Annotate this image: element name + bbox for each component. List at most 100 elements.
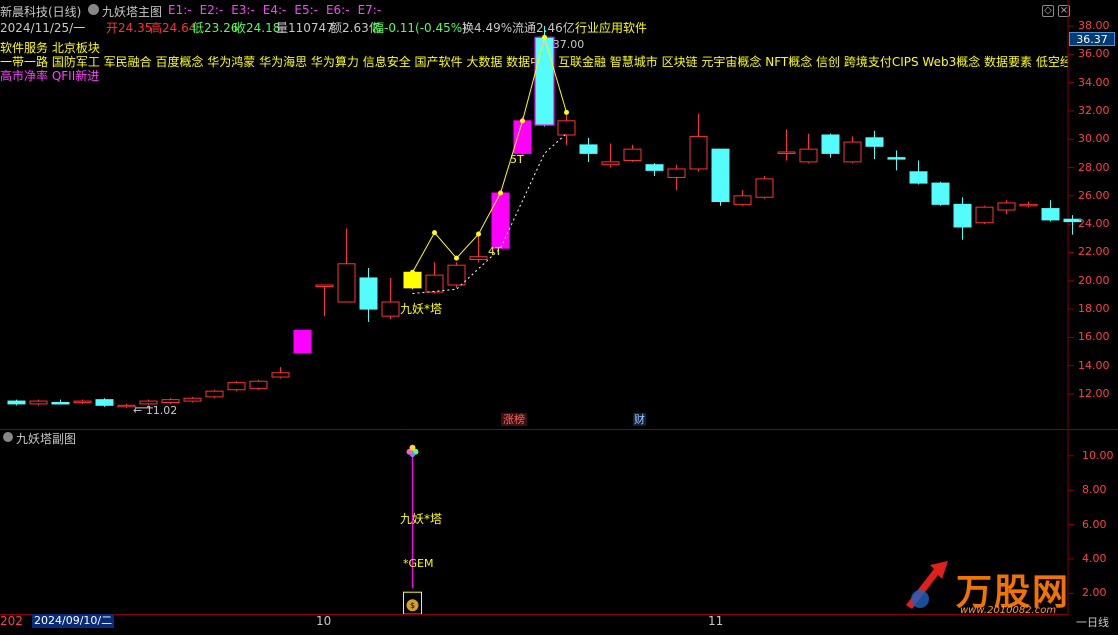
candle-body <box>645 164 664 171</box>
candle[interactable] <box>359 268 378 322</box>
candle[interactable] <box>183 396 202 403</box>
candle-body <box>51 401 70 405</box>
candle[interactable] <box>95 398 114 407</box>
candle[interactable] <box>205 389 224 399</box>
candle[interactable] <box>1019 201 1038 208</box>
candle-body <box>293 329 312 354</box>
pattern-point <box>520 118 525 124</box>
candle[interactable] <box>469 234 488 263</box>
candle[interactable] <box>293 329 312 354</box>
candle[interactable] <box>51 399 70 405</box>
candle-body <box>1041 208 1060 221</box>
candle-body <box>95 399 114 406</box>
marker-5t: 5T <box>510 153 524 166</box>
sub-axis-label: 2.00 <box>1082 586 1107 600</box>
candle[interactable] <box>1041 200 1060 222</box>
candle[interactable] <box>755 176 774 199</box>
time-axis[interactable] <box>0 614 1068 635</box>
high-annotation-value: 37.00 <box>552 38 585 51</box>
candle[interactable] <box>645 163 664 177</box>
candle-body <box>469 256 488 261</box>
candle[interactable] <box>997 200 1016 215</box>
candle-body <box>7 400 26 405</box>
candle[interactable] <box>953 197 972 240</box>
candle-body <box>689 135 708 170</box>
candle[interactable] <box>403 271 422 290</box>
clover-leaf <box>409 444 416 451</box>
candle-body <box>799 148 818 163</box>
candle[interactable] <box>799 133 818 164</box>
low-annotation: ← 11.02 <box>133 404 178 417</box>
candle-body <box>887 157 906 160</box>
candle-body <box>557 120 576 136</box>
candle[interactable] <box>491 190 510 249</box>
candle-body <box>271 372 290 378</box>
candle-body <box>711 148 730 203</box>
pattern-point <box>564 109 569 115</box>
price-axis-label: 30.00 <box>1078 132 1110 146</box>
low-annotation-value: 11.02 <box>145 404 178 417</box>
candle[interactable] <box>29 399 48 406</box>
pattern-point <box>498 190 503 196</box>
price-axis-label: 34.00 <box>1078 75 1110 89</box>
watermark-arrow-icon <box>906 561 948 609</box>
sub-axis-label: 8.00 <box>1082 483 1107 497</box>
candle-body <box>227 382 246 391</box>
candle[interactable] <box>887 150 906 171</box>
candle[interactable] <box>337 228 356 303</box>
pattern-point <box>454 255 459 261</box>
candle[interactable] <box>425 262 444 294</box>
candle[interactable] <box>7 399 26 406</box>
candle[interactable] <box>711 148 730 206</box>
candle[interactable] <box>909 160 928 185</box>
current-price-tag: 36.37 <box>1069 32 1115 46</box>
candle[interactable] <box>579 137 598 162</box>
candle[interactable] <box>975 205 994 225</box>
candle-body <box>315 284 334 288</box>
clover-icon <box>406 444 419 458</box>
candle[interactable] <box>865 130 884 160</box>
candle-body <box>29 400 48 405</box>
candle[interactable] <box>249 379 268 390</box>
month-10-label: 10 <box>316 614 332 628</box>
price-axis-label: 14.00 <box>1078 358 1110 372</box>
candle[interactable] <box>843 136 862 164</box>
candle[interactable] <box>777 129 796 161</box>
candle[interactable] <box>733 190 752 206</box>
candle[interactable] <box>227 381 246 392</box>
candle[interactable] <box>601 143 620 168</box>
candle[interactable] <box>689 113 708 172</box>
candle[interactable] <box>381 277 400 319</box>
period-label[interactable]: 一日线 <box>1076 614 1109 630</box>
candle-body <box>909 171 928 184</box>
event-tag-zhangbang[interactable]: 涨榜 <box>501 413 527 426</box>
candle-body <box>755 178 774 198</box>
price-axis-label: 18.00 <box>1078 302 1110 316</box>
candle[interactable] <box>73 399 92 404</box>
price-axis-label: 20.00 <box>1078 273 1110 287</box>
candle[interactable] <box>931 181 950 206</box>
event-tag-cai[interactable]: 财 <box>633 413 646 426</box>
candle[interactable] <box>557 112 576 145</box>
sub-axis-label: 6.00 <box>1082 517 1107 531</box>
price-axis-label: 38.00 <box>1078 19 1110 32</box>
candle-body <box>183 397 202 402</box>
candle-body <box>777 151 796 154</box>
candle-body <box>447 264 466 286</box>
main-candlestick-chart[interactable] <box>0 0 1118 428</box>
candle[interactable] <box>315 284 334 317</box>
candle[interactable] <box>667 164 686 191</box>
price-axis-label: 22.00 <box>1078 245 1110 259</box>
candle-body <box>1019 203 1038 207</box>
candle[interactable] <box>821 133 840 158</box>
money-bag-icon: $ <box>403 591 422 615</box>
candle-body <box>161 399 180 403</box>
candle-body <box>733 195 752 205</box>
candle-body <box>359 277 378 310</box>
candle-body <box>337 263 356 303</box>
price-axis-label: 36.00 <box>1078 47 1110 61</box>
candle[interactable] <box>271 367 290 379</box>
candle[interactable] <box>623 144 642 162</box>
candle[interactable] <box>447 262 466 288</box>
candle-body <box>513 120 532 154</box>
